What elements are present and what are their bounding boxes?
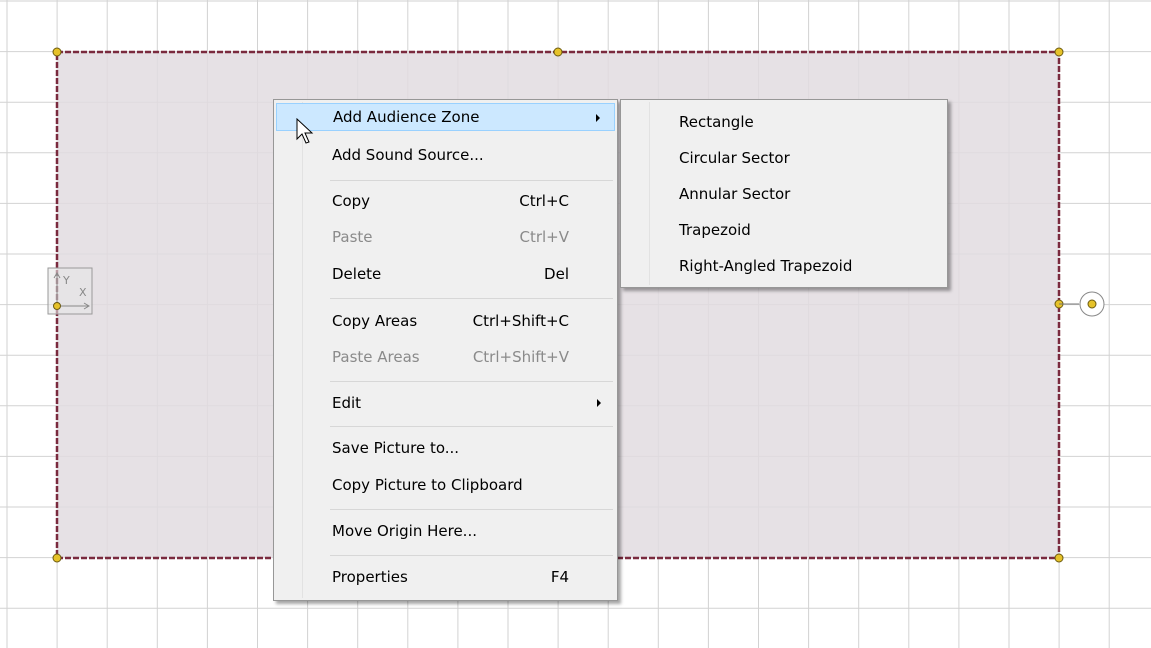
handle-bottom-left[interactable] (52, 553, 62, 563)
menu-item-move-origin[interactable]: Move Origin Here... (276, 517, 615, 545)
handle-top-left[interactable] (52, 47, 62, 57)
menu-item-copy-picture[interactable]: Copy Picture to Clipboard (276, 471, 615, 499)
axis-indicator-icon: Y X (47, 267, 93, 315)
submenu-item-trapezoid[interactable]: Trapezoid (623, 216, 945, 244)
menu-item-shortcut: Ctrl+Shift+C (472, 312, 569, 330)
menu-item-copy-areas[interactable]: Copy Areas Ctrl+Shift+C (276, 307, 615, 335)
handle-bottom-right[interactable] (1054, 553, 1064, 563)
handle-top-middle[interactable] (553, 47, 563, 57)
menu-separator (330, 426, 613, 427)
menu-item-label: Edit (332, 394, 362, 412)
menu-item-properties[interactable]: Properties F4 (276, 563, 615, 591)
menu-item-label: Delete (332, 265, 382, 283)
menu-item-label: Properties (332, 568, 408, 586)
menu-separator (330, 381, 613, 382)
origin-handle[interactable] (53, 302, 61, 310)
submenu-item-right-angled-trapezoid[interactable]: Right-Angled Trapezoid (623, 252, 945, 280)
axis-x-label: X (79, 286, 87, 299)
menu-item-shortcut: F4 (550, 568, 569, 586)
menu-separator (330, 298, 613, 299)
submenu-arrow-icon (597, 399, 601, 407)
menu-item-label: Copy (332, 192, 371, 210)
submenu-arrow-icon (596, 114, 600, 122)
submenu-item-annular-sector[interactable]: Annular Sector (623, 180, 945, 208)
submenu-item-circular-sector[interactable]: Circular Sector (623, 144, 945, 172)
menu-item-add-sound-source[interactable]: Add Sound Source... (276, 141, 615, 169)
menu-separator (330, 180, 613, 181)
menu-item-label: Add Sound Source... (332, 146, 484, 164)
mouse-cursor-icon (296, 118, 314, 144)
menu-item-label: Move Origin Here... (332, 522, 477, 540)
submenu-item-label: Rectangle (679, 113, 754, 131)
submenu-item-rectangle[interactable]: Rectangle (623, 108, 945, 136)
menu-separator (330, 555, 613, 556)
rotation-handle[interactable] (1059, 291, 1105, 317)
submenu-item-label: Right-Angled Trapezoid (679, 257, 853, 275)
submenu-item-label: Trapezoid (679, 221, 751, 239)
menu-separator (330, 509, 613, 510)
menu-item-label: Paste Areas (332, 348, 420, 366)
menu-item-copy[interactable]: Copy Ctrl+C (276, 187, 615, 215)
submenu-item-label: Circular Sector (679, 149, 790, 167)
menu-item-add-audience-zone[interactable]: Add Audience Zone (276, 103, 615, 131)
handle-top-right[interactable] (1054, 47, 1064, 57)
submenu-item-label: Annular Sector (679, 185, 791, 203)
menu-item-shortcut: Ctrl+C (519, 192, 569, 210)
menu-item-paste-areas: Paste Areas Ctrl+Shift+V (276, 343, 615, 371)
menu-item-label: Add Audience Zone (333, 108, 480, 126)
menu-item-label: Copy Picture to Clipboard (332, 476, 523, 494)
menu-item-shortcut: Ctrl+V (519, 228, 569, 246)
menu-item-label: Paste (332, 228, 373, 246)
rotation-dot-icon (1087, 299, 1097, 309)
menu-item-paste: Paste Ctrl+V (276, 223, 615, 251)
axis-y-label: Y (62, 274, 70, 287)
context-menu: Add Audience Zone Add Sound Source... Co… (273, 99, 618, 601)
menu-item-save-picture[interactable]: Save Picture to... (276, 434, 615, 462)
menu-item-label: Copy Areas (332, 312, 418, 330)
menu-item-delete[interactable]: Delete Del (276, 260, 615, 288)
menu-item-shortcut: Del (544, 265, 569, 283)
menu-item-label: Save Picture to... (332, 439, 460, 457)
menu-item-shortcut: Ctrl+Shift+V (472, 348, 569, 366)
audience-zone-submenu: Rectangle Circular Sector Annular Sector… (620, 99, 948, 288)
menu-item-edit[interactable]: Edit (276, 389, 615, 417)
